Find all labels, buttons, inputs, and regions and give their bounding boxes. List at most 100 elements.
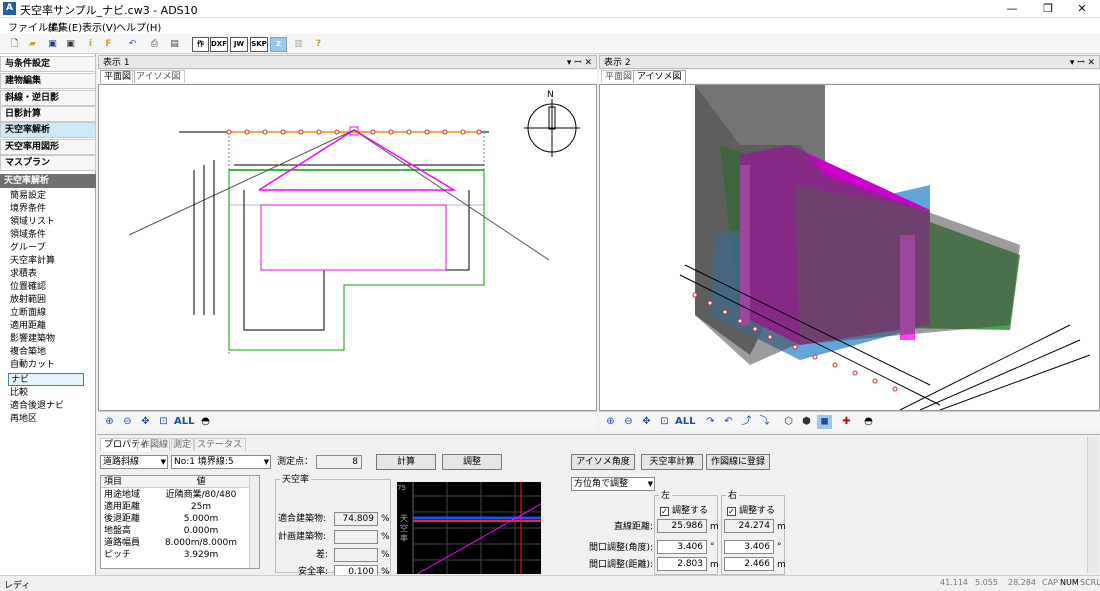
measure-point-field[interactable]: 8 xyxy=(316,455,362,469)
zoom-out-icon[interactable]: ⊖ xyxy=(621,415,636,429)
undo-icon[interactable]: ↶ xyxy=(124,36,141,52)
sidebar-item[interactable]: 立断面線 xyxy=(10,307,46,320)
tab-measure[interactable]: 測定 xyxy=(169,438,196,451)
iso-angle-button[interactable]: アイソメ角度 xyxy=(571,454,635,470)
sidebar-item-navi[interactable]: ナビ xyxy=(8,373,84,386)
zoom-all-button[interactable]: ALL xyxy=(675,415,695,429)
minimize-button[interactable]: — xyxy=(994,0,1030,18)
sidebar-item[interactable]: 簡易設定 xyxy=(10,190,46,203)
menu-help[interactable]: ヘルプ(H) xyxy=(116,19,161,34)
sidebar-item[interactable]: 天空率計算 xyxy=(10,255,55,268)
tab-isometric[interactable]: アイソメ図 xyxy=(633,70,686,83)
nav-slope-shadow[interactable]: 斜線・逆日影 xyxy=(0,90,96,106)
sky-calc-button[interactable]: 天空率計算 xyxy=(641,454,703,470)
draw-button[interactable]: 作 xyxy=(192,37,209,52)
shaded-icon[interactable]: ◼ xyxy=(817,415,832,429)
tab-drawing-lines[interactable]: 作図線 xyxy=(137,438,173,451)
open-folder-icon[interactable]: ▰ xyxy=(24,36,41,52)
sidebar-item[interactable]: 複合築地 xyxy=(10,346,46,359)
book-icon[interactable]: ▥ xyxy=(290,36,307,52)
rotate-left-icon[interactable]: ↷ xyxy=(703,415,718,429)
view1-controls[interactable]: ▾ ꟷ ✕ xyxy=(567,56,592,70)
print-icon[interactable]: ⎙ xyxy=(146,36,163,52)
help-icon[interactable]: ? xyxy=(310,36,327,52)
panel-scrollbar[interactable] xyxy=(1087,437,1098,573)
new-file-icon[interactable]: 🗋 xyxy=(6,36,23,52)
left-adjust-checkbox[interactable]: ✓ xyxy=(660,507,669,516)
calculate-button[interactable]: 計算 xyxy=(376,454,436,470)
table-scrollbar[interactable] xyxy=(249,476,259,568)
zoom-window-icon[interactable]: ⊡ xyxy=(657,415,672,429)
nav-building-edit[interactable]: 建物編集 xyxy=(0,73,96,89)
wireframe-icon[interactable]: ⬡ xyxy=(781,415,796,429)
zoom-all-button[interactable]: ALL xyxy=(174,415,194,429)
rotate-up-icon[interactable]: ⤴ xyxy=(739,415,754,429)
zoom-in-icon[interactable]: ⊕ xyxy=(102,415,117,429)
nav-sky-figure[interactable]: 天空率用図形 xyxy=(0,139,96,155)
hidden-line-icon[interactable]: ⬢ xyxy=(799,415,814,429)
line-type-select[interactable]: 道路斜線 ▼ xyxy=(100,455,168,469)
isometric-view[interactable] xyxy=(599,84,1100,411)
difference-value[interactable] xyxy=(334,548,378,562)
nav-conditions[interactable]: 与条件設定 xyxy=(0,56,96,72)
sidebar-item[interactable]: 位置確認 xyxy=(10,281,46,294)
sidebar-item[interactable]: 境界条件 xyxy=(10,203,46,216)
rotate-right-icon[interactable]: ↶ xyxy=(721,415,736,429)
menu-view[interactable]: 表示(V) xyxy=(82,19,117,34)
eye-icon[interactable]: ◓ xyxy=(861,415,876,429)
flag-icon[interactable]: F xyxy=(100,36,117,52)
right-distance-field[interactable]: 2.466 xyxy=(724,557,774,571)
skp-button[interactable]: SKP xyxy=(250,37,268,52)
tab-status[interactable]: ステータス xyxy=(193,438,247,451)
sidebar-item[interactable]: 求積表 xyxy=(10,268,37,281)
eye-icon[interactable]: ◓ xyxy=(198,415,213,429)
fit-building-value[interactable]: 74.809 xyxy=(334,512,378,526)
nav-mass-plan[interactable]: マスプラン xyxy=(0,155,96,171)
nav-sky-ratio[interactable]: 天空率解析 xyxy=(0,122,96,138)
boundary-select[interactable]: No:1 境界線:5 ▼ xyxy=(171,455,271,469)
sidebar-item[interactable]: グループ xyxy=(10,242,45,255)
z-button[interactable]: Z xyxy=(270,37,287,52)
left-angle-field[interactable]: 3.406 xyxy=(657,540,707,554)
left-line-distance[interactable]: 25.986 xyxy=(657,519,707,533)
plan-building-value[interactable] xyxy=(334,530,378,544)
tab-isometric[interactable]: アイソメ図 xyxy=(132,70,185,83)
save-icon[interactable]: ▣ xyxy=(44,36,61,52)
sidebar-item[interactable]: 適合後退ナビ xyxy=(10,400,64,413)
adjust-button[interactable]: 調整 xyxy=(442,454,502,470)
tab-plan[interactable]: 平面図 xyxy=(601,70,637,83)
sidebar-item[interactable]: 再地区 xyxy=(10,413,37,426)
sidebar-item[interactable]: 適用距離 xyxy=(10,320,46,333)
sidebar-item[interactable]: 比較 xyxy=(10,387,28,400)
right-angle-field[interactable]: 3.406 xyxy=(724,540,774,554)
zoom-out-icon[interactable]: ⊖ xyxy=(120,415,135,429)
info-icon[interactable]: i xyxy=(82,36,99,52)
rotate-down-icon[interactable]: ⤵ xyxy=(757,415,772,429)
right-adjust-checkbox[interactable]: ✓ xyxy=(727,507,736,516)
zoom-in-icon[interactable]: ⊕ xyxy=(603,415,618,429)
adjust-method-select[interactable]: 方位角で調整 ▼ xyxy=(571,477,655,491)
nav-shadow-calc[interactable]: 日影計算 xyxy=(0,106,96,122)
sidebar-item[interactable]: 領域リスト xyxy=(10,216,55,229)
menu-edit[interactable]: 編集(E) xyxy=(48,19,82,34)
save-as-icon[interactable]: ▣ xyxy=(62,36,79,52)
zoom-window-icon[interactable]: ⊡ xyxy=(156,415,171,429)
sidebar-item[interactable]: 領域条件 xyxy=(10,229,46,242)
right-line-distance[interactable]: 24.274 xyxy=(724,519,774,533)
sidebar-item[interactable]: 自動カット xyxy=(10,359,55,372)
sidebar-item[interactable]: 影響建築物 xyxy=(10,333,55,346)
register-line-button[interactable]: 作図線に登録 xyxy=(706,454,770,470)
section-icon[interactable]: ✚ xyxy=(839,415,854,429)
dxf-button[interactable]: DXF xyxy=(210,37,228,52)
preview-icon[interactable]: ▤ xyxy=(166,36,183,52)
sidebar-item[interactable]: 放射範囲 xyxy=(10,294,46,307)
jw-button[interactable]: JW xyxy=(230,37,248,52)
close-button[interactable]: ✕ xyxy=(1064,0,1100,18)
tab-plan[interactable]: 平面図 xyxy=(100,70,136,83)
plan-view[interactable]: N xyxy=(98,84,597,411)
pan-icon[interactable]: ✥ xyxy=(138,415,153,429)
pan-icon[interactable]: ✥ xyxy=(639,415,654,429)
left-distance-field[interactable]: 2.803 xyxy=(657,557,707,571)
view2-controls[interactable]: ▾ ꟷ ✕ xyxy=(1070,56,1095,70)
maximize-button[interactable]: ❐ xyxy=(1030,0,1066,18)
